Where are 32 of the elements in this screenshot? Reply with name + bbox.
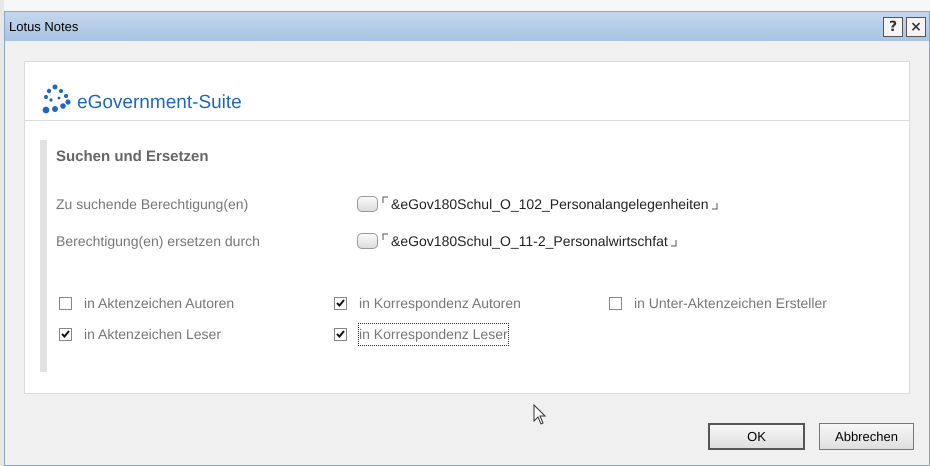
checkbox[interactable] bbox=[59, 328, 72, 340]
cursor-icon bbox=[533, 404, 547, 426]
checkbox[interactable] bbox=[59, 296, 72, 310]
checkbox-label: in Unter-Aktenzeichen Ersteller bbox=[633, 294, 828, 312]
field-label: Berechtigung(en) ersetzen durch bbox=[56, 232, 261, 251]
checkbox-label: in Aktenzeichen Autoren bbox=[83, 294, 236, 312]
logo-text: eGovernment-Suite bbox=[77, 93, 242, 112]
picker-button[interactable] bbox=[357, 233, 378, 249]
bracket-end-icon bbox=[712, 203, 718, 210]
picker-button[interactable] bbox=[357, 196, 378, 212]
check-icon bbox=[336, 330, 345, 338]
field-label: Zu suchende Berechtigung(en) bbox=[56, 194, 250, 214]
checkbox[interactable] bbox=[334, 296, 347, 310]
checkbox-label: in Aktenzeichen Leser bbox=[83, 324, 222, 344]
check-icon bbox=[61, 330, 70, 338]
checkbox-label: in Korrespondenz Autoren bbox=[358, 294, 522, 313]
window-title: Lotus Notes bbox=[9, 18, 80, 36]
field-value: &eGov180Schul_O_102_Personalangelegenheiten bbox=[390, 195, 710, 214]
check-icon bbox=[336, 299, 345, 307]
ok-button[interactable]: OK bbox=[708, 423, 805, 450]
help-button[interactable]: ? bbox=[883, 16, 903, 36]
checkbox[interactable] bbox=[609, 296, 622, 310]
checkbox[interactable] bbox=[334, 328, 347, 340]
section-heading: Suchen und Ersetzen bbox=[56, 147, 210, 167]
bracket-start-icon bbox=[382, 196, 388, 203]
logo-icon bbox=[41, 84, 73, 114]
field-value: &eGov180Schul_O_11-2_Personalwirtschfat bbox=[390, 232, 669, 251]
checkbox-label: in Korrespondenz Leser bbox=[358, 322, 509, 346]
cancel-button[interactable]: Abbrechen bbox=[819, 423, 914, 450]
close-button[interactable]: × bbox=[906, 16, 926, 36]
bracket-start-icon bbox=[382, 233, 388, 240]
bracket-end-icon bbox=[670, 240, 677, 247]
